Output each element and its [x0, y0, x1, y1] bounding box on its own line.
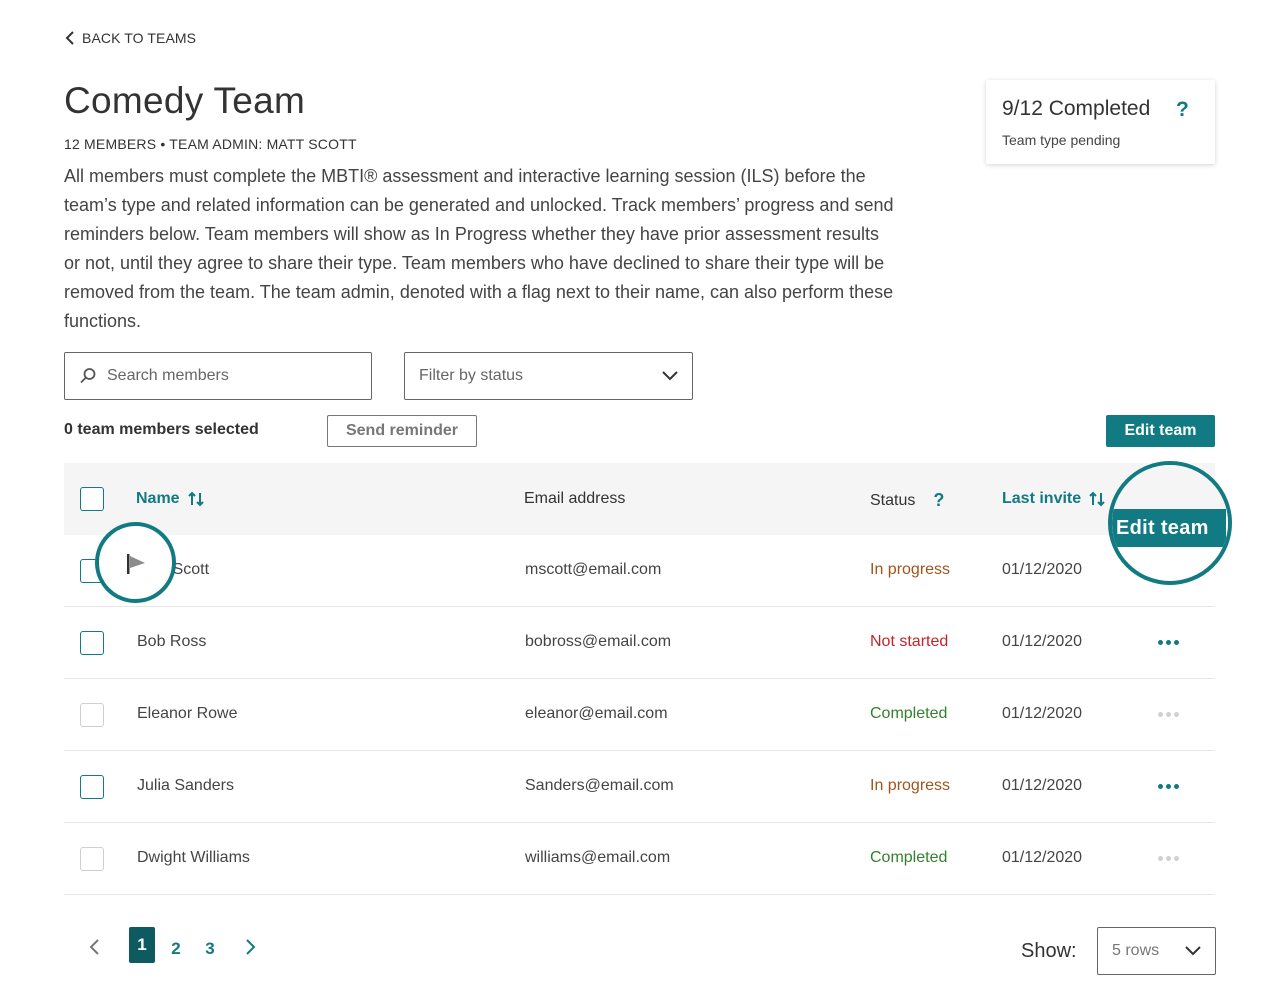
- table-row: Eleanor Rowe eleanor@email.com Completed…: [64, 679, 1215, 751]
- back-to-teams-link[interactable]: BACK TO TEAMS: [64, 28, 196, 48]
- email-column-header: Email address: [524, 490, 625, 508]
- more-dot-icon: [1174, 855, 1179, 861]
- next-page-button[interactable]: [241, 935, 261, 959]
- member-email: bobross@email.com: [525, 633, 672, 650]
- member-email: williams@email.com: [525, 849, 671, 866]
- row-more-actions-button[interactable]: [1158, 777, 1180, 795]
- more-dot-icon: [1158, 639, 1163, 645]
- member-status: Not started: [870, 633, 949, 650]
- table-row: Bob Ross bobross@email.com Not started 0…: [64, 607, 1215, 679]
- member-last-invite: 01/12/2020: [1002, 633, 1083, 650]
- more-dot-icon: [1174, 711, 1179, 717]
- email-column-label: Email address: [524, 490, 626, 507]
- member-last-invite: 01/12/2020: [1002, 777, 1083, 794]
- row-checkbox[interactable]: [80, 703, 104, 727]
- member-status: In progress: [870, 561, 951, 578]
- row-more-actions-button[interactable]: [1158, 705, 1180, 723]
- search-icon: [80, 368, 96, 384]
- search-members-field[interactable]: [64, 352, 372, 400]
- selected-members-count: 0 team members selected: [64, 421, 259, 438]
- row-checkbox[interactable]: [80, 631, 104, 655]
- status-help-icon[interactable]: ?: [933, 490, 944, 511]
- table-row: Matt Scott mscott@email.com In progress …: [64, 535, 1215, 607]
- last-invite-column-header[interactable]: Last invite: [1002, 490, 1105, 508]
- table-row: Dwight Williams williams@email.com Compl…: [64, 823, 1215, 895]
- team-description: All members must complete the MBTI® asse…: [64, 166, 894, 331]
- more-dot-icon: [1174, 783, 1179, 789]
- sort-icon: [187, 491, 204, 507]
- chevron-left-icon: [89, 939, 99, 955]
- page-3-button[interactable]: 3: [202, 931, 218, 967]
- more-dot-icon: [1166, 783, 1171, 789]
- team-subtitle: 12 MEMBERS • TEAM ADMIN: MATT SCOTT: [64, 136, 357, 152]
- chevron-right-icon: [246, 939, 256, 955]
- more-dot-icon: [1158, 783, 1163, 789]
- member-last-invite: 01/12/2020: [1002, 705, 1083, 722]
- members-table: Name Email address Status ? Last invite …: [64, 463, 1215, 895]
- admin-flag-callout-ring: [95, 522, 176, 603]
- row-more-actions-button[interactable]: [1158, 633, 1180, 651]
- edit-team-zoom-label: Edit team: [1112, 509, 1228, 547]
- member-status: In progress: [870, 777, 951, 794]
- zoom-button-edge: [1226, 509, 1228, 547]
- more-dot-icon: [1166, 639, 1171, 645]
- member-status: Completed: [870, 705, 948, 722]
- member-email: Sanders@email.com: [525, 777, 674, 794]
- filter-by-status-select[interactable]: Filter by status: [404, 352, 693, 400]
- member-status: Completed: [870, 849, 948, 866]
- chevron-left-icon: [65, 31, 74, 45]
- page-title: Comedy Team: [64, 80, 306, 121]
- rows-per-page-label: Show:: [1021, 940, 1077, 962]
- previous-page-button[interactable]: [84, 935, 104, 959]
- filter-by-status-label: Filter by status: [419, 367, 524, 384]
- page-2-button[interactable]: 2: [168, 931, 184, 967]
- member-last-invite: 01/12/2020: [1002, 849, 1083, 866]
- chevron-down-icon: [1185, 946, 1201, 956]
- more-dot-icon: [1166, 711, 1171, 717]
- row-checkbox[interactable]: [80, 847, 104, 871]
- member-email: mscott@email.com: [525, 561, 662, 578]
- member-last-invite: 01/12/2020: [1002, 561, 1083, 578]
- select-all-checkbox[interactable]: [80, 487, 104, 511]
- rows-per-page-select[interactable]: 5 rows: [1097, 927, 1216, 975]
- name-column-label: Name: [136, 490, 180, 507]
- more-dot-icon: [1174, 639, 1179, 645]
- row-more-actions-button[interactable]: [1158, 849, 1180, 867]
- more-dot-icon: [1158, 855, 1163, 861]
- team-type-status: Team type pending: [1002, 132, 1121, 148]
- status-column-header: Status ?: [870, 490, 944, 511]
- row-checkbox[interactable]: [80, 775, 104, 799]
- member-name: Julia Sanders: [137, 777, 234, 794]
- page-1-button[interactable]: 1: [129, 927, 155, 963]
- edit-team-button[interactable]: Edit team: [1106, 415, 1215, 447]
- member-email: eleanor@email.com: [525, 705, 668, 722]
- sort-icon: [1089, 491, 1105, 507]
- member-name: Dwight Williams: [137, 849, 250, 866]
- completion-card: 9/12 Completed ? Team type pending: [986, 80, 1215, 164]
- last-invite-column-label: Last invite: [1002, 490, 1082, 507]
- send-reminder-button[interactable]: Send reminder: [327, 415, 477, 447]
- member-name: Bob Ross: [137, 633, 207, 650]
- completion-count: 9/12 Completed: [1002, 97, 1151, 120]
- edit-team-zoom-callout: Edit team: [1108, 461, 1232, 585]
- chevron-down-icon: [662, 371, 678, 381]
- rows-per-page-value: 5 rows: [1112, 942, 1160, 959]
- completion-help-icon[interactable]: ?: [1176, 98, 1189, 122]
- member-name: Eleanor Rowe: [137, 705, 238, 722]
- more-dot-icon: [1166, 855, 1171, 861]
- search-members-input[interactable]: [107, 367, 347, 385]
- table-row: Julia Sanders Sanders@email.com In progr…: [64, 751, 1215, 823]
- name-column-header[interactable]: Name: [136, 490, 204, 508]
- more-dot-icon: [1158, 711, 1163, 717]
- back-to-teams-label: BACK TO TEAMS: [82, 30, 197, 46]
- table-header: Name Email address Status ? Last invite: [64, 463, 1215, 535]
- status-column-label: Status: [870, 491, 916, 509]
